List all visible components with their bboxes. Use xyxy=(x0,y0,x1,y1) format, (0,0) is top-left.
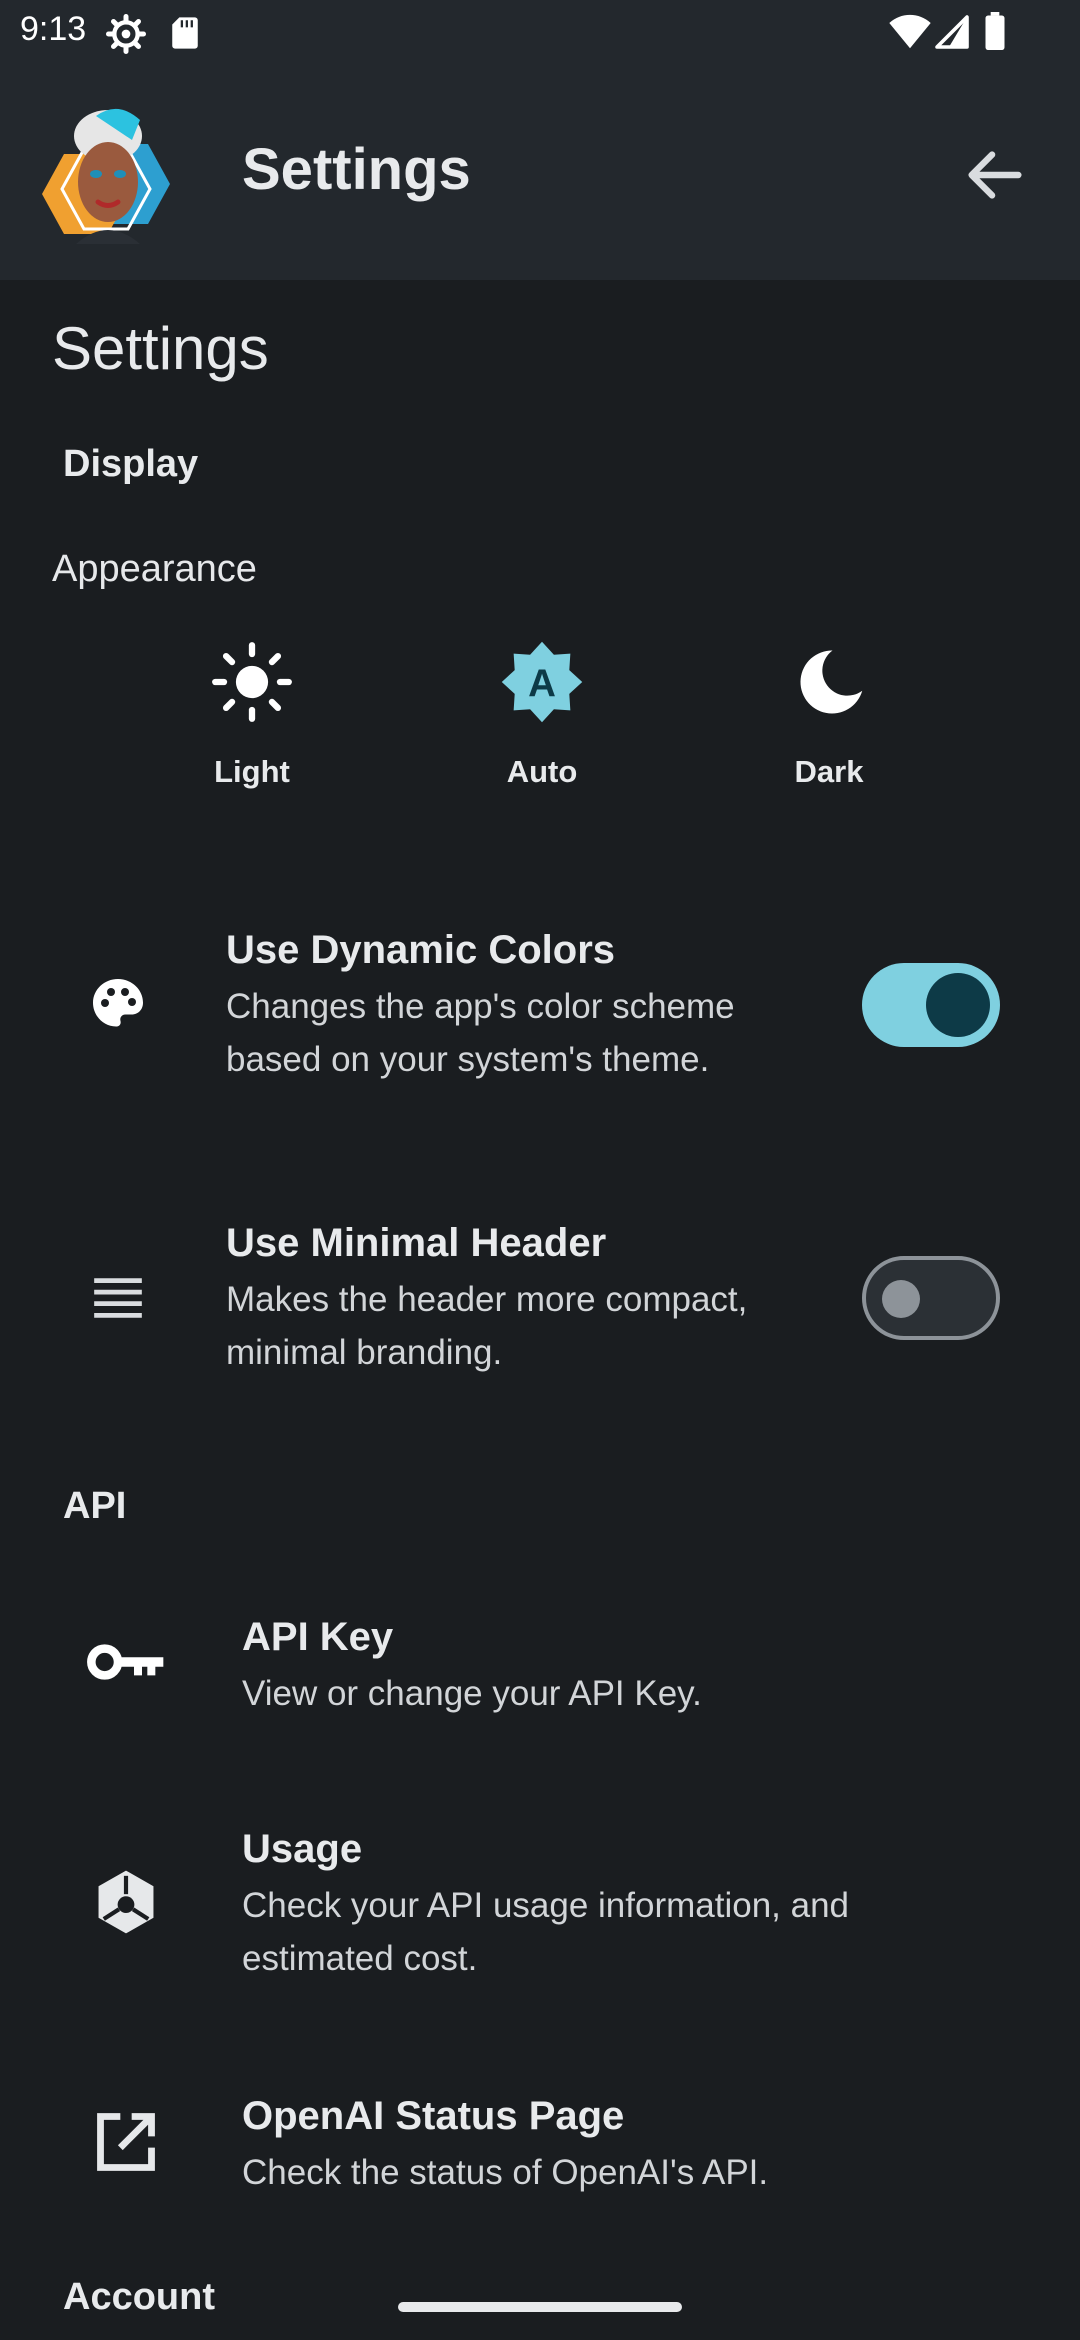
gear-icon xyxy=(106,14,146,54)
section-api: API xyxy=(63,1485,127,1527)
home-indicator[interactable] xyxy=(398,2302,682,2312)
section-account: Account xyxy=(63,2276,215,2318)
minimal-header-switch[interactable] xyxy=(862,1256,1000,1340)
theme-option-dark-label: Dark xyxy=(794,754,864,789)
page-title: Settings xyxy=(52,315,269,382)
theme-option-auto-label: Auto xyxy=(506,754,578,789)
switch-knob xyxy=(926,973,990,1037)
signal-icon xyxy=(935,15,969,49)
openai-status-description: Check the status of OpenAI's API. xyxy=(242,2153,769,2192)
openai-status-title: OpenAI Status Page xyxy=(242,2094,625,2138)
api-key-title: API Key xyxy=(242,1615,394,1659)
open-external-icon xyxy=(97,2113,155,2171)
dynamic-colors-description: Changes the app's color scheme based on … xyxy=(226,987,735,1079)
dynamic-colors-switch[interactable] xyxy=(862,963,1000,1047)
key-icon xyxy=(87,1644,164,1680)
theme-option-light-label: Light xyxy=(214,754,290,789)
theme-option-dark[interactable]: Dark xyxy=(729,640,929,790)
wifi-icon xyxy=(889,14,931,49)
auto-brightness-icon: A xyxy=(501,641,583,723)
sun-icon xyxy=(212,642,292,722)
section-display: Display xyxy=(63,443,199,485)
palette-icon xyxy=(93,979,143,1027)
theme-option-light[interactable]: Light xyxy=(152,640,352,790)
theme-option-auto[interactable]: A Auto xyxy=(442,640,642,790)
arrow-back-icon[interactable] xyxy=(960,140,1030,210)
dynamic-colors-title: Use Dynamic Colors xyxy=(226,928,616,972)
usage-title: Usage xyxy=(242,1827,363,1871)
battery-icon xyxy=(985,12,1005,50)
app-avatar xyxy=(42,108,170,244)
minimal-header-title: Use Minimal Header xyxy=(226,1221,607,1265)
app-bar-title: Settings xyxy=(242,137,471,202)
api-key-description: View or change your API Key. xyxy=(242,1674,702,1713)
status-time: 9:13 xyxy=(20,10,87,48)
lines-icon xyxy=(94,1278,142,1318)
usage-description: Check your API usage information, and es… xyxy=(242,1886,850,1978)
moon-icon xyxy=(800,650,863,714)
appearance-label: Appearance xyxy=(52,548,257,590)
sd-card-icon xyxy=(172,17,198,49)
status-bar: 9:13 xyxy=(0,0,1080,66)
minimal-header-description: Makes the header more compact, minimal b… xyxy=(226,1280,748,1372)
switch-knob xyxy=(882,1280,920,1318)
svg-text:A: A xyxy=(528,663,556,706)
usage-cube-icon xyxy=(98,1870,154,1934)
app-bar: Settings xyxy=(0,66,1080,280)
